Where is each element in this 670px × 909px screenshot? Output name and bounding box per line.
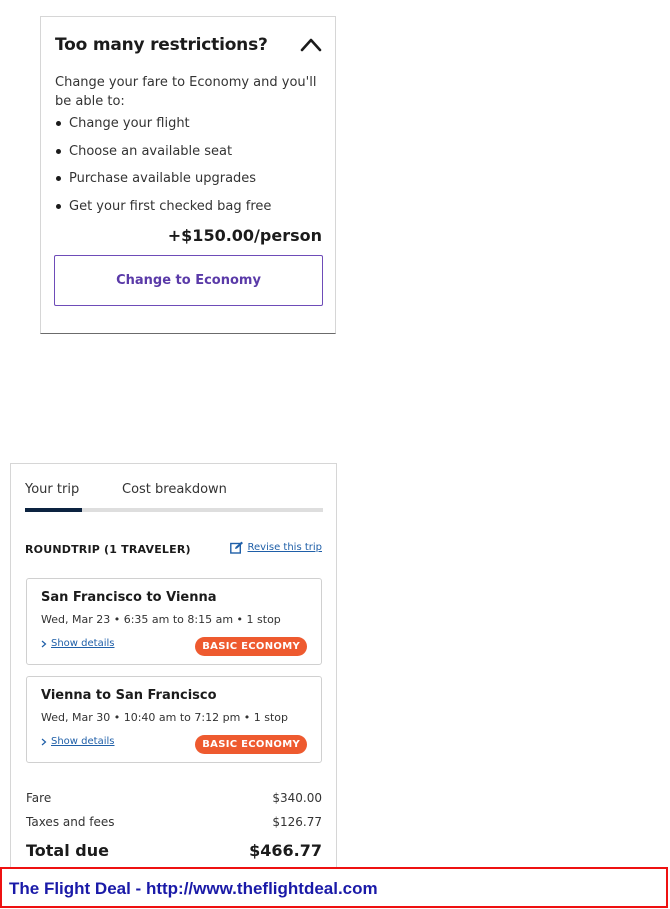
chevron-right-icon <box>41 640 47 647</box>
upsell-description: Change your fare to Economy and you'll b… <box>55 75 317 109</box>
fare-class-badge: BASIC ECONOMY <box>195 735 307 754</box>
show-details-link[interactable]: Show details <box>41 736 114 747</box>
edit-icon <box>229 541 243 554</box>
total-amount: $466.77 <box>249 841 322 860</box>
benefit-item: Change your flight <box>55 114 271 142</box>
change-to-economy-button[interactable]: Change to Economy <box>54 255 323 306</box>
flight-times: Wed, Mar 30 • 10:40 am to 7:12 pm • 1 st… <box>41 711 289 724</box>
upgrade-upsell-card: Too many restrictions? Change your fare … <box>40 16 336 334</box>
summary-tabs: Your trip Cost breakdown <box>25 482 323 512</box>
fare-row: Fare $340.00 <box>26 791 322 805</box>
banner-text: The Flight Deal - http://www.theflightde… <box>9 879 378 898</box>
taxes-label: Taxes and fees <box>26 815 115 829</box>
tab-cost-breakdown[interactable]: Cost breakdown <box>122 482 227 497</box>
chevron-up-icon[interactable] <box>300 36 322 52</box>
taxes-row: Taxes and fees $126.77 <box>26 815 322 829</box>
show-details-label: Show details <box>51 736 115 747</box>
total-label: Total due <box>26 841 109 860</box>
flight-route: Vienna to San Francisco <box>41 688 217 703</box>
show-details-link[interactable]: Show details <box>41 638 114 649</box>
revise-trip-link[interactable]: Revise this trip <box>229 541 322 554</box>
revise-trip-label: Revise this trip <box>247 542 322 553</box>
trip-type-heading: ROUNDTRIP (1 TRAVELER) <box>25 543 191 556</box>
benefit-item: Get your first checked bag free <box>55 197 271 225</box>
upsell-title: Too many restrictions? <box>55 35 268 55</box>
flight-route: San Francisco to Vienna <box>41 590 217 605</box>
benefit-item: Choose an available seat <box>55 142 271 170</box>
chevron-right-icon <box>41 738 47 745</box>
flight-card-outbound: San Francisco to Vienna Wed, Mar 23 • 6:… <box>26 578 322 665</box>
taxes-amount: $126.77 <box>272 815 322 829</box>
flight-card-return: Vienna to San Francisco Wed, Mar 30 • 10… <box>26 676 322 763</box>
watermark-banner: The Flight Deal - http://www.theflightde… <box>0 867 668 908</box>
benefits-list: Change your flight Choose an available s… <box>55 114 271 224</box>
benefit-item: Purchase available upgrades <box>55 169 271 197</box>
fare-amount: $340.00 <box>272 791 322 805</box>
fare-class-badge: BASIC ECONOMY <box>195 637 307 656</box>
tab-your-trip[interactable]: Your trip <box>25 482 79 497</box>
flight-times: Wed, Mar 23 • 6:35 am to 8:15 am • 1 sto… <box>41 613 281 626</box>
fare-label: Fare <box>26 791 52 805</box>
total-row: Total due $466.77 <box>26 841 322 860</box>
trip-summary-panel: Your trip Cost breakdown ROUNDTRIP (1 TR… <box>10 463 337 868</box>
upgrade-price: +$150.00/person <box>167 226 322 245</box>
show-details-label: Show details <box>51 638 115 649</box>
tab-active-indicator <box>25 508 82 512</box>
